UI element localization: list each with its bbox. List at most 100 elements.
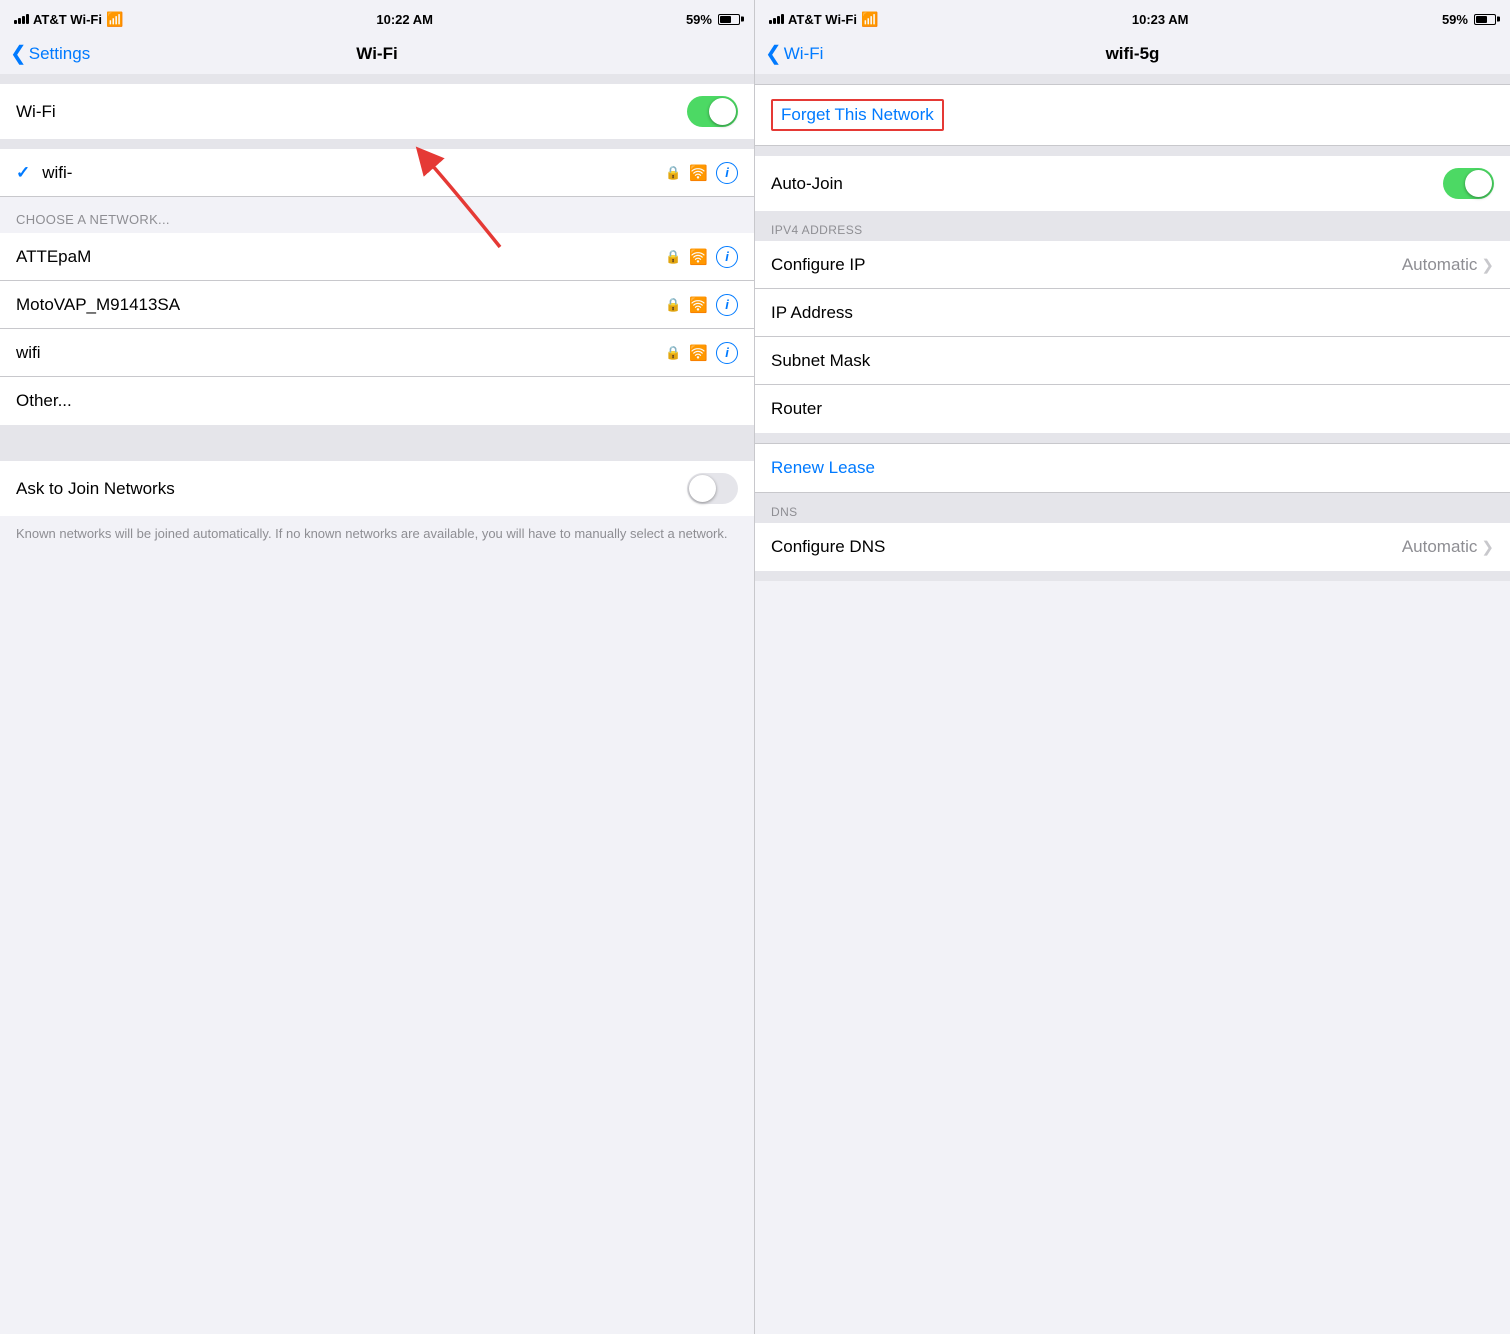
- ask-join-toggle[interactable]: [687, 473, 738, 504]
- right-battery-icon: [1474, 14, 1496, 25]
- wifi-icon-1: 🛜: [689, 296, 708, 314]
- auto-join-label: Auto-Join: [771, 174, 843, 194]
- ipv4-header-container: IPV4 ADDRESS: [755, 211, 1510, 241]
- network-row-right-0: 🔒 🛜 i: [665, 246, 738, 268]
- forget-network-button[interactable]: Forget This Network: [771, 99, 944, 131]
- network-row-2[interactable]: wifi 🔒 🛜 i: [0, 329, 754, 377]
- wifi-strength-icon: 🛜: [689, 164, 708, 182]
- ip-address-row: IP Address: [755, 289, 1510, 337]
- bar2: [18, 18, 21, 24]
- right-signal-bars: [769, 14, 784, 24]
- toggle-thumb: [709, 98, 736, 125]
- renew-lease-button[interactable]: Renew Lease: [771, 458, 875, 477]
- dns-header-label: DNS: [771, 505, 798, 519]
- lock-icon-2: 🔒: [665, 345, 681, 361]
- configure-dns-chevron: ❯: [1481, 538, 1494, 556]
- info-btn-1[interactable]: i: [716, 294, 738, 316]
- back-to-wifi-button[interactable]: ❮ Wi-Fi: [765, 44, 823, 64]
- network-name-2: wifi: [16, 343, 41, 363]
- ask-join-toggle-thumb: [689, 475, 716, 502]
- network-list: ATTEpaM 🔒 🛜 i MotoVAP_M91413SA 🔒 🛜 i wif…: [0, 233, 754, 425]
- router-row: Router: [755, 385, 1510, 433]
- back-chevron-icon: ❮: [10, 44, 27, 64]
- dns-header-container: DNS: [755, 493, 1510, 523]
- back-to-settings-button[interactable]: ❮ Settings: [10, 44, 90, 64]
- top-gap: [0, 74, 754, 84]
- info-btn-2[interactable]: i: [716, 342, 738, 364]
- ask-join-group: Ask to Join Networks: [0, 461, 754, 516]
- bar4: [26, 14, 29, 24]
- configure-dns-row[interactable]: Configure DNS Automatic ❯: [755, 523, 1510, 571]
- bar3: [22, 16, 25, 24]
- configure-dns-value: Automatic: [1402, 537, 1478, 557]
- wifi-icon-2: 🛜: [689, 344, 708, 362]
- choose-network-header: CHOOSE A NETWORK...: [0, 197, 754, 233]
- info-button[interactable]: i: [716, 162, 738, 184]
- choose-network-gap: CHOOSE A NETWORK...: [0, 197, 754, 233]
- ipv4-gap: IPV4 ADDRESS: [755, 211, 1510, 241]
- right-nav-bar: ❮ Wi-Fi wifi-5g: [755, 36, 1510, 74]
- right-gap2: [755, 146, 1510, 156]
- ask-join-label: Ask to Join Networks: [16, 479, 175, 499]
- connected-network-row[interactable]: ✓ wifi- 🔒 🛜 i: [0, 149, 754, 197]
- subnet-mask-row: Subnet Mask: [755, 337, 1510, 385]
- right-top-gap: [755, 74, 1510, 84]
- other-network-label: Other...: [16, 391, 72, 411]
- wifi-icon-0: 🛜: [689, 248, 708, 266]
- wifi-toggle-row: Wi-Fi: [0, 84, 754, 139]
- network-name-1: MotoVAP_M91413SA: [16, 295, 180, 315]
- battery-fill: [720, 16, 731, 23]
- network-row-right-2: 🔒 🛜 i: [665, 342, 738, 364]
- ipv4-header-label: IPV4 ADDRESS: [771, 223, 863, 237]
- left-nav-title: Wi-Fi: [356, 44, 397, 64]
- left-time: 10:22 AM: [376, 12, 433, 27]
- renew-lease-container: Renew Lease: [755, 443, 1510, 493]
- checkmark-icon: ✓: [16, 163, 30, 183]
- left-nav-bar: ❮ Settings Wi-Fi: [0, 36, 754, 74]
- right-carrier: AT&T Wi-Fi: [788, 12, 857, 27]
- other-network-row[interactable]: Other...: [0, 377, 754, 425]
- router-label: Router: [771, 399, 822, 419]
- configure-ip-value: Automatic: [1402, 255, 1478, 275]
- lock-icon-0: 🔒: [665, 249, 681, 265]
- right-status-right: 59%: [1442, 12, 1496, 27]
- forget-network-container: Forget This Network: [755, 84, 1510, 146]
- auto-join-row: Auto-Join: [755, 156, 1510, 211]
- network-name-0: ATTEpaM: [16, 247, 91, 267]
- ip-address-label: IP Address: [771, 303, 853, 323]
- ip-rows-group: Configure IP Automatic ❯ IP Address Subn…: [755, 241, 1510, 433]
- lock-icon: 🔒: [665, 165, 681, 181]
- right-battery-pct: 59%: [1442, 12, 1468, 27]
- signal-bars-icon: [14, 14, 29, 24]
- left-status-right: 59%: [686, 12, 740, 27]
- connected-row-right: 🔒 🛜 i: [665, 162, 738, 184]
- auto-join-toggle[interactable]: [1443, 168, 1494, 199]
- right-back-label: Wi-Fi: [784, 44, 824, 64]
- gap2: [0, 139, 754, 149]
- wifi-toggle[interactable]: [687, 96, 738, 127]
- ask-join-row: Ask to Join Networks: [0, 461, 754, 516]
- configure-ip-chevron: ❯: [1481, 256, 1494, 274]
- configure-ip-value-container: Automatic ❯: [1402, 255, 1494, 275]
- right-nav-title: wifi-5g: [1106, 44, 1160, 64]
- network-row-0[interactable]: ATTEpaM 🔒 🛜 i: [0, 233, 754, 281]
- right-status-bar: AT&T Wi-Fi 📶 10:23 AM 59%: [755, 0, 1510, 36]
- wifi-status-icon: 📶: [106, 11, 123, 28]
- configure-ip-label: Configure IP: [771, 255, 866, 275]
- info-btn-0[interactable]: i: [716, 246, 738, 268]
- auto-join-thumb: [1465, 170, 1492, 197]
- left-status-left: AT&T Wi-Fi 📶: [14, 11, 123, 28]
- dns-gap: DNS: [755, 493, 1510, 523]
- back-label: Settings: [29, 44, 90, 64]
- right-status-left: AT&T Wi-Fi 📶: [769, 11, 878, 28]
- configure-ip-row[interactable]: Configure IP Automatic ❯: [755, 241, 1510, 289]
- connected-network-group: ✓ wifi- 🔒 🛜 i: [0, 149, 754, 197]
- battery-icon: [718, 14, 740, 25]
- auto-join-group: Auto-Join: [755, 156, 1510, 211]
- dns-rows-group: Configure DNS Automatic ❯: [755, 523, 1510, 571]
- right-battery-fill: [1476, 16, 1487, 23]
- renew-gap-top: [755, 433, 1510, 443]
- network-row-1[interactable]: MotoVAP_M91413SA 🔒 🛜 i: [0, 281, 754, 329]
- lock-icon-1: 🔒: [665, 297, 681, 313]
- connected-network-name: wifi-: [42, 163, 657, 183]
